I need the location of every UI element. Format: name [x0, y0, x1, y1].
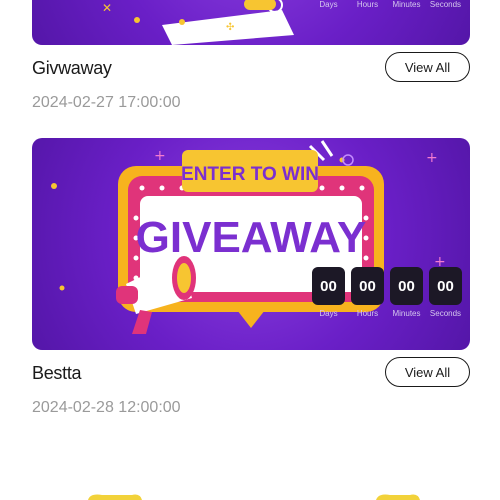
banner-main-text: GIVEAWAY — [136, 213, 367, 262]
seconds-label: Seconds — [429, 309, 462, 318]
days-unit: 00 Days — [312, 267, 345, 318]
days-label: Days — [319, 309, 338, 318]
minutes-label: Minutes — [392, 0, 421, 9]
decor-cross: ✕ — [102, 1, 112, 15]
card-title: Givwaway — [32, 58, 112, 78]
hours-unit: 00 Hours — [351, 267, 384, 318]
seconds-unit: Seconds — [429, 0, 462, 9]
giveaway-card: + + + ENTER TO WIN GIVEAWAY 00 Days 00 H… — [32, 138, 470, 428]
days-value: 00 — [312, 267, 345, 305]
decor-plus: + — [426, 150, 438, 166]
decor-dot — [51, 183, 57, 189]
hours-unit: Hours — [351, 0, 384, 9]
decor-dot — [59, 285, 65, 291]
minutes-value: 00 — [390, 267, 423, 305]
giveaway-card: ✕ ✣ Days Hours Minutes Seconds Givwaway … — [32, 0, 470, 120]
decor-plus: + — [154, 148, 166, 164]
seconds-value: 00 — [429, 267, 462, 305]
hours-label: Hours — [356, 0, 379, 9]
view-all-button[interactable]: View All — [385, 52, 470, 82]
decor-sparkle: ✣ — [226, 22, 234, 33]
decor-dot — [134, 17, 140, 23]
minutes-unit: 00 Minutes — [390, 267, 423, 318]
countdown-timer: Days Hours Minutes Seconds — [312, 0, 462, 9]
giveaway-banner-image[interactable]: ✕ ✣ Days Hours Minutes Seconds — [32, 0, 470, 45]
view-all-button[interactable]: View All — [385, 357, 470, 387]
giveaway-card — [32, 445, 470, 500]
card-title: Bestta — [32, 363, 82, 383]
card-date: 2024-02-27 17:00:00 — [32, 94, 181, 111]
banner-header-text: ENTER TO WIN — [181, 164, 319, 185]
sign-pointer — [237, 310, 265, 328]
card-date: 2024-02-28 12:00:00 — [32, 399, 181, 416]
hours-value: 00 — [351, 267, 384, 305]
giveaway-banner-image[interactable]: + + + ENTER TO WIN GIVEAWAY 00 Days 00 H… — [32, 138, 470, 350]
days-unit: Days — [312, 0, 345, 9]
minutes-unit: Minutes — [390, 0, 423, 9]
banner-artwork-partial — [88, 494, 420, 500]
hours-label: Hours — [356, 309, 379, 318]
seconds-unit: 00 Seconds — [429, 267, 462, 318]
days-label: Days — [319, 0, 338, 9]
banner-artwork: + + + ENTER TO WIN GIVEAWAY — [51, 140, 446, 334]
minutes-label: Minutes — [392, 309, 421, 318]
decor-pill — [244, 0, 276, 10]
countdown-timer: 00 Days 00 Hours 00 Minutes 00 Seconds — [312, 267, 462, 318]
seconds-label: Seconds — [429, 0, 462, 9]
decor-dot — [179, 19, 185, 25]
